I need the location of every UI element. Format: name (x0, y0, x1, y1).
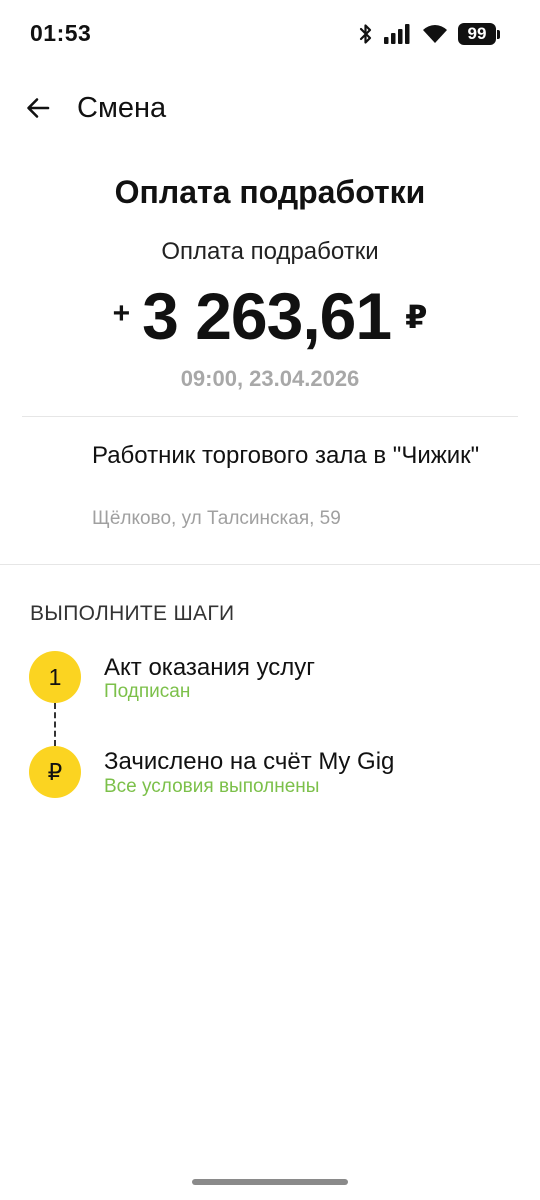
bluetooth-icon (358, 23, 374, 45)
divider (0, 564, 540, 565)
step-label-act: Акт оказания услуг (104, 654, 316, 681)
payment-heading: Оплата подработки (114, 174, 426, 210)
signal-icon (384, 24, 412, 44)
wifi-icon (422, 24, 448, 44)
battery-icon: 99 (458, 23, 500, 45)
step-status-credited: Все условия выполнены (104, 776, 320, 797)
ruble-icon: ₽ (405, 299, 428, 335)
battery-level: 99 (458, 23, 496, 45)
ruble-icon: ₽ (29, 746, 81, 798)
status-icons: 99 (358, 22, 500, 46)
amount-value: 3 263,61 (142, 279, 392, 353)
status-time: 01:53 (30, 20, 92, 46)
step-status-act: Подписан (104, 681, 191, 702)
step-label-credited: Зачислено на счёт My Gig (104, 748, 395, 775)
job-address: Щёлково, ул Талсинская, 59 (92, 508, 341, 529)
divider (22, 416, 518, 417)
back-button[interactable] (18, 90, 58, 130)
job-title: Работник торгового зала в "Чижик" (92, 442, 480, 469)
amount-sign: + (112, 297, 131, 330)
step-number-badge: 1 (29, 651, 81, 703)
arrow-left-icon (26, 97, 50, 124)
shift-payment-screen: 01:53 99 Смена Оплата подработки Оплата … (0, 0, 540, 1200)
page-title: Смена (77, 92, 167, 124)
steps-heading: ВЫПОЛНИТЕ ШАГИ (30, 602, 235, 625)
status-bar: 01:53 99 (0, 0, 540, 68)
step-connector (54, 703, 56, 746)
app-header: Смена (0, 80, 540, 136)
payment-subtitle: Оплата подработки (161, 238, 379, 265)
payment-amount: + 3 263,61 ₽ (0, 278, 540, 354)
home-indicator[interactable] (192, 1179, 348, 1185)
payment-datetime: 09:00, 23.04.2026 (180, 366, 360, 391)
